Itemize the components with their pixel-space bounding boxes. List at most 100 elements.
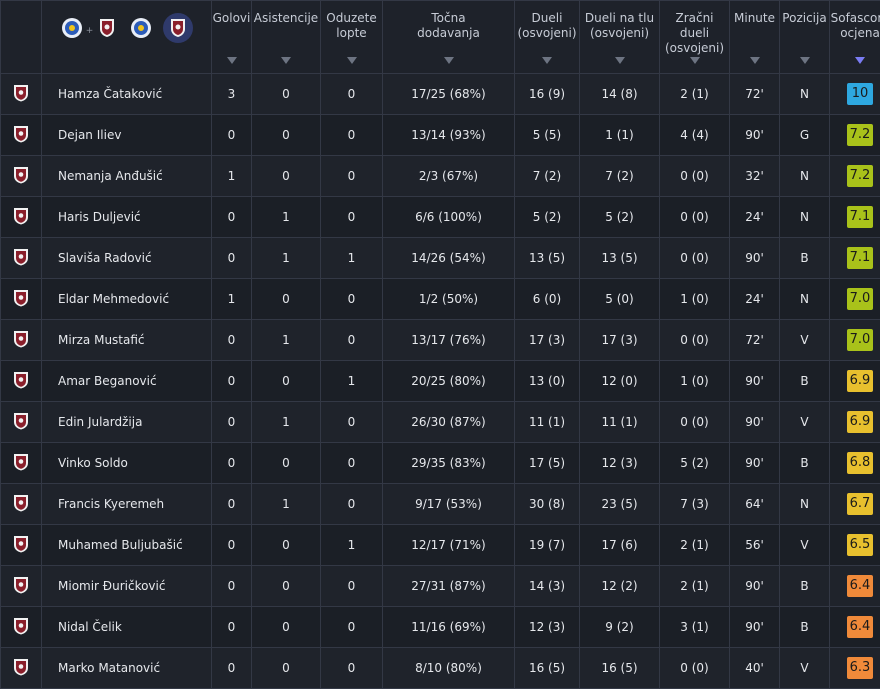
stat-asistencije: 0 [252,607,321,648]
player-name[interactable]: Muhamed Buljubašić [42,525,212,566]
stat-dodavanja: 17/25 (68%) [383,74,515,115]
rating-cell: 7.2 [830,115,880,156]
stat-oduzete: 0 [321,648,383,689]
stat-pozicija: V [780,402,830,443]
player-name[interactable]: Eldar Mehmedović [42,279,212,320]
club-crest-icon [1,156,42,197]
col-golovi[interactable]: Golovi [212,1,252,74]
table-row[interactable]: Vinko Soldo00029/35 (83%)17 (5)12 (3)5 (… [1,443,880,484]
stat-golovi: 0 [212,484,252,525]
stat-dodavanja: 12/17 (71%) [383,525,515,566]
club-crest-icon [1,402,42,443]
stat-pozicija: N [780,484,830,525]
stat-golovi: 0 [212,443,252,484]
rating-badge: 6.3 [847,657,873,679]
table-row[interactable]: Mirza Mustafić01013/17 (76%)17 (3)17 (3)… [1,320,880,361]
table-row[interactable]: Haris Duljević0106/6 (100%)5 (2)5 (2)0 (… [1,197,880,238]
player-name[interactable]: Miomir Đuričković [42,566,212,607]
stat-dueli: 14 (3) [515,566,580,607]
table-row[interactable]: Amar Beganović00120/25 (80%)13 (0)12 (0)… [1,361,880,402]
table-row[interactable]: Miomir Đuričković00027/31 (87%)14 (3)12 … [1,566,880,607]
player-name[interactable]: Amar Beganović [42,361,212,402]
club-crest-icon [1,648,42,689]
col-ocjena[interactable]: Sofascoreocjena [830,1,880,74]
stat-minute: 64' [730,484,780,525]
stat-dueli: 12 (3) [515,607,580,648]
player-name[interactable]: Nidal Čelik [42,607,212,648]
stat-minute: 24' [730,197,780,238]
stat-dodavanja: 6/6 (100%) [383,197,515,238]
stat-oduzete: 0 [321,320,383,361]
stat-oduzete: 0 [321,197,383,238]
stat-zracni: 0 (0) [660,320,730,361]
header-row: + Golovi Asistencije Oduzetelopte Točnad… [1,1,880,74]
player-name[interactable]: Mirza Mustafić [42,320,212,361]
stat-pozicija: N [780,74,830,115]
team-logo-blue-2[interactable] [129,16,153,40]
stat-asistencije: 0 [252,115,321,156]
stat-dueli: 16 (5) [515,648,580,689]
table-row[interactable]: Muhamed Buljubašić00112/17 (71%)19 (7)17… [1,525,880,566]
col-oduzete[interactable]: Oduzetelopte [321,1,383,74]
table-row[interactable]: Edin Julardžija01026/30 (87%)11 (1)11 (1… [1,402,880,443]
team-logo-maroon-selected[interactable] [163,13,193,43]
table-row[interactable]: Slaviša Radović01114/26 (54%)13 (5)13 (5… [1,238,880,279]
stat-pozicija: V [780,648,830,689]
stat-pozicija: B [780,238,830,279]
stat-dueli: 17 (3) [515,320,580,361]
table-row[interactable]: Marko Matanović0008/10 (80%)16 (5)16 (5)… [1,648,880,689]
player-name[interactable]: Dejan Iliev [42,115,212,156]
col-dueli-tlo[interactable]: Dueli na tlu(osvojeni) [580,1,660,74]
stat-dueli-tlo: 23 (5) [580,484,660,525]
stat-dueli-tlo: 7 (2) [580,156,660,197]
player-name[interactable]: Nemanja Anđušić [42,156,212,197]
stat-asistencije: 0 [252,156,321,197]
table-row[interactable]: Nidal Čelik00011/16 (69%)12 (3)9 (2)3 (1… [1,607,880,648]
stat-zracni: 0 (0) [660,197,730,238]
stat-dueli-tlo: 9 (2) [580,607,660,648]
player-name[interactable]: Francis Kyeremeh [42,484,212,525]
stat-pozicija: B [780,443,830,484]
table-row[interactable]: Hamza Čataković30017/25 (68%)16 (9)14 (8… [1,74,880,115]
player-name[interactable]: Vinko Soldo [42,443,212,484]
stat-pozicija: V [780,525,830,566]
col-dodavanja[interactable]: Točnadodavanja [383,1,515,74]
sort-arrow-icon [542,57,552,64]
sort-arrow-icon [227,57,237,64]
rating-badge: 7.0 [847,288,873,310]
player-name[interactable]: Hamza Čataković [42,74,212,115]
table-row[interactable]: Eldar Mehmedović1001/2 (50%)6 (0)5 (0)1 … [1,279,880,320]
table-body: Hamza Čataković30017/25 (68%)16 (9)14 (8… [1,74,880,689]
col-dueli[interactable]: Dueli(osvojeni) [515,1,580,74]
player-name[interactable]: Haris Duljević [42,197,212,238]
player-name[interactable]: Marko Matanović [42,648,212,689]
col-asistencije[interactable]: Asistencije [252,1,321,74]
rating-cell: 6.9 [830,402,880,443]
club-crest-icon [1,566,42,607]
stat-pozicija: B [780,566,830,607]
stat-golovi: 0 [212,320,252,361]
rating-cell: 7.1 [830,197,880,238]
rating-badge: 6.7 [847,493,873,515]
rating-badge: 6.9 [847,411,873,433]
stat-zracni: 0 (0) [660,402,730,443]
team-logo-maroon[interactable] [95,16,119,40]
stat-asistencije: 1 [252,320,321,361]
sort-arrow-icon-active [855,57,865,64]
col-pozicija[interactable]: Pozicija [780,1,830,74]
stat-dueli-tlo: 1 (1) [580,115,660,156]
table-row[interactable]: Nemanja Anđušić1002/3 (67%)7 (2)7 (2)0 (… [1,156,880,197]
col-zracni[interactable]: Zračni dueli(osvojeni) [660,1,730,74]
table-row[interactable]: Francis Kyeremeh0109/17 (53%)30 (8)23 (5… [1,484,880,525]
player-name[interactable]: Edin Julardžija [42,402,212,443]
team-logo-blue[interactable] [60,16,84,40]
sort-arrow-icon [750,57,760,64]
col-minute[interactable]: Minute [730,1,780,74]
player-name[interactable]: Slaviša Radović [42,238,212,279]
stat-asistencije: 0 [252,279,321,320]
table-row[interactable]: Dejan Iliev00013/14 (93%)5 (5)1 (1)4 (4)… [1,115,880,156]
club-crest-icon [1,279,42,320]
club-crest-icon [1,484,42,525]
rating-badge: 6.4 [847,616,873,638]
stat-golovi: 1 [212,156,252,197]
